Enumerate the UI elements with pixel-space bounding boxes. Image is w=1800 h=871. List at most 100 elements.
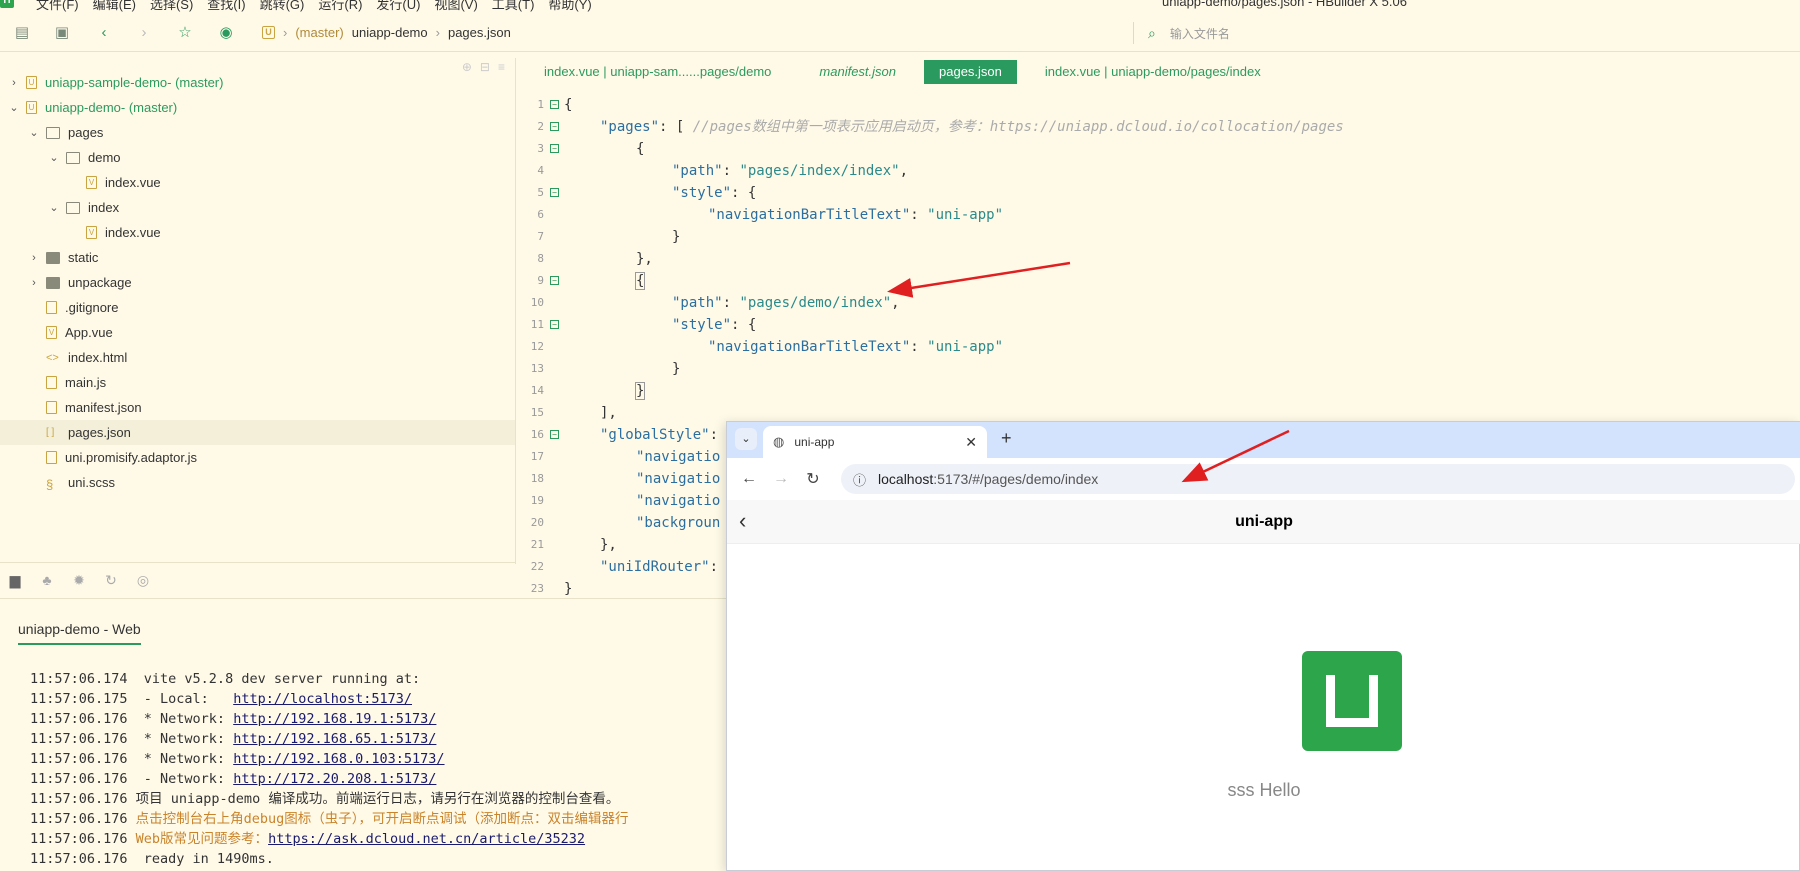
menu-item[interactable]: 跳转(G) <box>260 0 305 13</box>
code-text: "pages": [ //pages数组中第一项表示应用启动页，参考：https… <box>600 116 1344 138</box>
menu-item[interactable]: 发行(U) <box>376 0 420 13</box>
menu-item[interactable]: 查找(I) <box>207 0 245 13</box>
log-link[interactable]: http://172.20.208.1:5173/ <box>233 771 436 787</box>
code-line: 6 "navigationBarTitleText": "uni-app" <box>520 204 1800 226</box>
chevron-down-icon[interactable]: ⌄ <box>48 151 60 164</box>
line-number: 11 <box>530 318 544 331</box>
chevron-right-icon[interactable]: › <box>8 77 20 89</box>
tree-item[interactable]: Vindex.vue <box>0 220 515 245</box>
debug-bug-icon[interactable]: ✹ <box>70 571 88 589</box>
chevron-down-icon[interactable]: ⌄ <box>28 126 40 139</box>
tab-list-chevron-icon[interactable]: ⌄ <box>735 428 757 450</box>
code-token: { <box>636 141 645 157</box>
menu-item[interactable]: 帮助(Y) <box>548 0 591 13</box>
code-token: , <box>899 163 909 179</box>
toolbar: ▤ ▣ ‹ › ☆ ◉ U › (master) uniapp-demo › p… <box>0 14 1800 52</box>
file-search[interactable]: ⌕ 输入文件名 <box>1133 22 1793 44</box>
code-line: 1−{ <box>520 94 1800 116</box>
code-token: "pages/demo/index" <box>739 295 892 311</box>
site-info-icon[interactable]: ⓘ <box>853 470 866 489</box>
folder-icon <box>46 276 60 289</box>
editor-tab[interactable]: pages.json <box>924 60 1017 84</box>
tree-item[interactable]: § uni.scss <box>0 470 515 495</box>
refresh-icon[interactable]: ↻ <box>102 571 120 589</box>
log-text: 11:57:06.176 <box>30 811 136 827</box>
breadcrumb-file[interactable]: pages.json <box>448 25 511 40</box>
chevron-right-icon[interactable]: › <box>28 277 40 289</box>
menu-item[interactable]: 视图(V) <box>434 0 477 13</box>
fold-toggle-icon[interactable]: − <box>550 188 559 197</box>
fold-toggle-icon[interactable]: − <box>550 100 559 109</box>
new-file-icon[interactable]: ▤ <box>12 23 32 43</box>
plugin-icon[interactable]: ♣ <box>38 571 56 589</box>
line-number: 10 <box>530 296 544 309</box>
tree-item[interactable]: V App.vue <box>0 320 515 345</box>
menu-item[interactable]: 文件(F) <box>36 0 79 13</box>
browser-icon[interactable]: ◎ <box>134 571 152 589</box>
log-link[interactable]: http://192.168.65.1:5173/ <box>233 731 436 747</box>
tree-item[interactable]: [ ] pages.json <box>0 420 515 445</box>
chevron-down-icon[interactable]: ⌄ <box>48 201 60 214</box>
log-link[interactable]: http://192.168.19.1:5173/ <box>233 711 436 727</box>
menu-item[interactable]: 选择(S) <box>150 0 193 13</box>
editor-tab[interactable]: index.vue | uniapp-sam......pages/demo <box>520 60 795 84</box>
fold-toggle-icon[interactable]: − <box>550 430 559 439</box>
menu-items: 文件(F) 编辑(E) 选择(S) 查找(I) 跳转(G) 运行(R) 发行(U) 视图(V)… <box>36 0 592 13</box>
code-text: { <box>636 138 644 160</box>
tree-item[interactable]: uni.promisify.adaptor.js <box>0 445 515 470</box>
tree-item[interactable]: <> index.html <box>0 345 515 370</box>
back-arrow-icon[interactable]: ← <box>733 470 765 488</box>
code-token: : { <box>731 185 757 201</box>
tree-item[interactable]: manifest.json <box>0 395 515 420</box>
new-tab-icon[interactable]: + <box>1001 428 1012 449</box>
tree-item[interactable]: ⌄ demo <box>0 145 515 170</box>
log-line: 11:57:06.176 * Network: http://192.168.1… <box>30 709 436 729</box>
breadcrumb-branch[interactable]: (master) <box>295 25 343 40</box>
tree-item[interactable]: .gitignore <box>0 295 515 320</box>
project-icon: U <box>26 101 37 114</box>
editor-tab[interactable]: index.vue | uniapp-demo/pages/index <box>1021 60 1285 84</box>
forward-arrow-icon[interactable]: → <box>765 470 797 488</box>
code-text: }, <box>636 248 653 270</box>
log-link[interactable]: https://ask.dcloud.net.cn/article/35232 <box>268 831 585 847</box>
forward-icon[interactable]: › <box>134 23 154 43</box>
fold-toggle-icon[interactable]: − <box>550 276 559 285</box>
tree-item[interactable]: ⌄ Uuniapp-demo - (master) <box>0 95 515 120</box>
menu-item[interactable]: 运行(R) <box>318 0 362 13</box>
run-icon[interactable]: ◉ <box>216 23 236 43</box>
reload-icon[interactable]: ↻ <box>797 469 829 489</box>
search-input[interactable]: 输入文件名 <box>1170 25 1230 42</box>
tree-item[interactable]: Vindex.vue <box>0 170 515 195</box>
tree-item[interactable]: › static <box>0 245 515 270</box>
log-link[interactable]: http://192.168.0.103:5173/ <box>233 751 444 767</box>
close-tab-icon[interactable]: ✕ <box>965 434 977 451</box>
breadcrumb-project[interactable]: uniapp-demo <box>352 25 428 40</box>
console-tab[interactable]: uniapp-demo - Web <box>18 621 141 645</box>
back-icon[interactable]: ‹ <box>94 23 114 43</box>
chevron-down-icon[interactable]: ⌄ <box>8 101 20 114</box>
save-icon[interactable]: ▣ <box>52 23 72 43</box>
address-bar[interactable]: ⓘ localhost:5173/#/pages/demo/index <box>841 464 1795 494</box>
tree-item[interactable]: › unpackage <box>0 270 515 295</box>
browser-tab[interactable]: ◍ uni-app ✕ <box>763 426 987 458</box>
tree-item[interactable]: › Uuniapp-sample-demo - (master) <box>0 70 515 95</box>
tree-item[interactable]: ⌄ index <box>0 195 515 220</box>
folder-icon[interactable]: ▆ <box>6 571 24 589</box>
chevron-right-icon[interactable]: › <box>28 252 40 264</box>
fold-toggle-icon[interactable]: − <box>550 320 559 329</box>
fold-toggle-icon[interactable]: − <box>550 144 559 153</box>
code-token: "navigationBarTitleText" <box>708 207 911 223</box>
log-link[interactable]: http://localhost:5173/ <box>233 691 412 707</box>
folder-icon <box>46 251 60 264</box>
menu-item[interactable]: 编辑(E) <box>93 0 136 13</box>
log-hint-text: 点击控制台右上角debug图标（虫子），可开启断点调试（添加断点：双击编辑器行 <box>135 811 629 827</box>
menu-item[interactable]: 工具(T) <box>492 0 535 13</box>
tree-item[interactable]: main.js <box>0 370 515 395</box>
line-number: 18 <box>530 472 544 485</box>
editor-tab[interactable]: manifest.json <box>795 60 920 84</box>
code-token: : <box>910 339 928 355</box>
fold-toggle-icon[interactable]: − <box>550 122 559 131</box>
code-token: "path" <box>672 163 723 179</box>
tree-item[interactable]: ⌄ pages <box>0 120 515 145</box>
star-icon[interactable]: ☆ <box>175 23 195 43</box>
